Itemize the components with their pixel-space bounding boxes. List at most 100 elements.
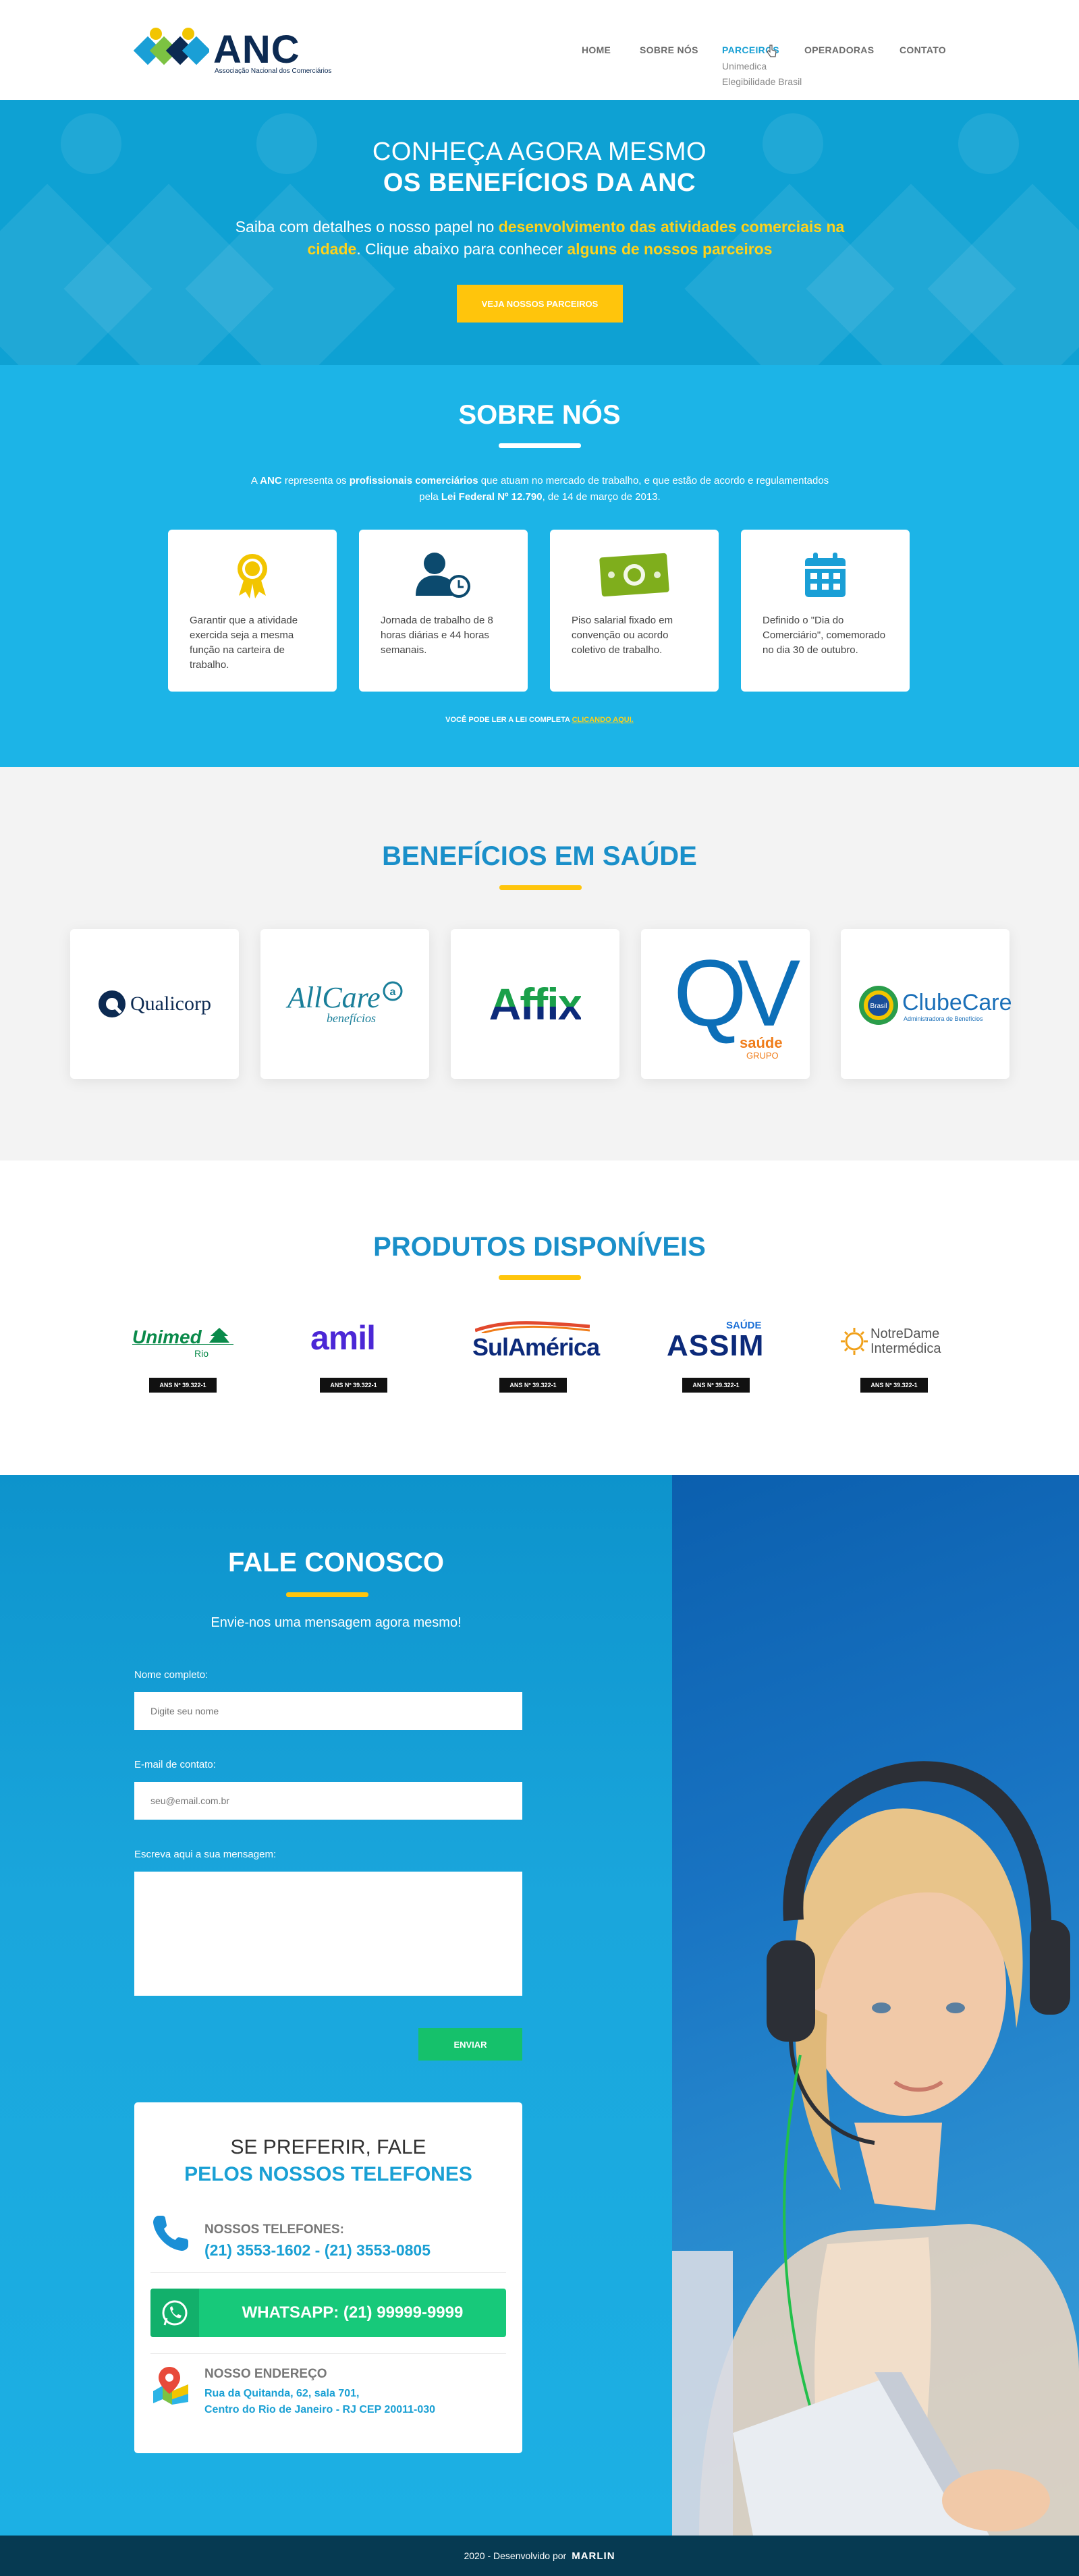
qualicorp-icon [99,990,126,1017]
unimed-sub: Rio [194,1348,209,1359]
message-textarea[interactable] [134,1872,522,1996]
ans-badge: ANS Nº 39.322-1 [149,1378,217,1393]
allcare-logo: AllCare benefícios a [287,980,403,1028]
phone-card-divider [150,2272,506,2273]
allcare-sub: benefícios [327,1011,376,1025]
contact-title: FALE CONOSCO [227,1548,445,1577]
about-title: SOBRE NÓS [458,400,621,430]
phone-card-title1: SE PREFERIR, FALE [230,2136,426,2158]
notredame-sun-icon [841,1328,868,1355]
law-link[interactable]: CLICANDO AQUI. [572,716,634,724]
allcare-wordmark: AllCare [287,981,381,1014]
send-button[interactable]: ENVIAR [418,2028,522,2061]
nav-operadoras[interactable]: OPERADORAS [804,45,874,55]
phone-card-divider [150,2353,506,2354]
anc-logo-mark [134,28,209,65]
anc-logo[interactable]: ANC Associação Nacional dos Comerciários [134,26,331,76]
ans-badge: ANS Nº 39.322-1 [860,1378,928,1393]
product-amil[interactable]: amil [310,1319,418,1363]
product-notredame[interactable]: NotreDame Intermédica [841,1320,949,1363]
whatsapp-icon [150,2289,199,2337]
benefits-section: BENEFÍCIOS EM SAÚDE Qualicorp AllCare be… [0,767,1079,1160]
message-label: Escreva aqui a sua mensagem: [134,1849,277,1860]
qualicorp-logo: Qualicorp [98,990,211,1018]
site-header: ANC Associação Nacional dos Comerciários… [0,0,1079,100]
hand-cursor-icon [767,45,777,57]
product-assim[interactable]: SAÚDE ASSIM [667,1320,768,1363]
about-section: SOBRE NÓS A ANC representa os profission… [0,365,1079,767]
about-card-text: Definido o "Dia do Comerciário", comemor… [763,615,886,656]
see-partners-button[interactable]: VEJA NOSSOS PARCEIROS [457,285,623,323]
law-link-text: VOCÊ PODE LER A LEI COMPLETA [445,716,572,724]
about-card-text: Garantir que a atividade exercida seja a… [190,615,298,671]
address-line2: Centro do Rio de Janeiro - RJ CEP 20011-… [204,2404,436,2415]
hero-title-line1: CONHEÇA AGORA MESMO [372,138,707,166]
notredame-wordmark: NotreDame [870,1326,940,1341]
dropdown-item-unimedica[interactable]: Unimedica [722,59,802,74]
product-sulamerica[interactable]: SulAmérica [471,1320,600,1363]
svg-text:a: a [390,986,396,998]
product-unimed[interactable]: Unimed Rio [132,1320,240,1363]
hero-description: Saiba com detalhes o nosso papel no dese… [216,216,864,260]
partner-card-affix[interactable]: Affix [451,929,619,1079]
phones-label: NOSSOS TELEFONES: [204,2222,344,2237]
notredame-sub: Intermédica [870,1341,941,1356]
ans-badge: ANS Nº 39.322-1 [682,1378,750,1393]
unimed-wordmark: Unimed [132,1326,202,1347]
contact-subtitle: Envie-nos uma mensagem agora mesmo! [211,1615,462,1630]
allcare-emblem-icon: a [383,981,403,1001]
about-card: Jornada de trabalho de 8 horas diárias e… [359,530,528,692]
clubecare-emblem-icon: Brasil [859,986,898,1025]
hero-desc-text: . Clique abaixo para conhecer [356,240,568,258]
hero-desc-text: Saiba com detalhes o nosso papel no [235,218,499,235]
ans-badge: ANS Nº 39.322-1 [320,1378,387,1393]
products-section: PRODUTOS DISPONÍVEIS Unimed Rio ANS Nº 3… [0,1160,1079,1475]
clubecare-sub: Administradora de Benefícios [904,1015,983,1022]
assim-wordmark: ASSIM [667,1329,765,1362]
whatsapp-button[interactable]: WHATSAPP: (21) 99999-9999 [150,2289,506,2337]
medal-icon [168,551,337,598]
name-input[interactable] [134,1692,522,1730]
about-desc-bold: Lei Federal Nº 12.790 [441,491,543,503]
marlin-logo[interactable]: MARLIN [572,2550,615,2562]
partner-card-qv[interactable]: QV saúde GRUPO [641,929,810,1079]
unimed-rule [132,1344,233,1345]
amil-wordmark: amil [310,1319,376,1357]
clubecare-wordmark: ClubeCare [902,990,1012,1015]
logo-subtitle: Associação Nacional dos Comerciários [215,67,332,75]
money-icon [550,551,719,598]
about-desc-text: A [250,475,260,486]
map-pin-icon [153,2367,188,2405]
contact-photo [672,1475,1079,2536]
about-description: A ANC representa os profissionais comerc… [243,473,837,505]
parceiros-dropdown: Unimedica Elegibilidade Brasil [722,59,802,90]
footer-text: 2020 - Desenvolvido por [464,2550,567,2561]
sulamerica-wordmark: SulAmérica [472,1333,600,1361]
whatsapp-label: WHATSAPP: (21) 99999-9999 [242,2303,464,2322]
partner-card-qualicorp[interactable]: Qualicorp [70,929,239,1079]
address-label: NOSSO ENDEREÇO [204,2367,327,2381]
about-card-text: Jornada de trabalho de 8 horas diárias e… [381,615,493,656]
benefits-title: BENEFÍCIOS EM SAÚDE [382,841,697,871]
nav-sobre-nos[interactable]: SOBRE NÓS [640,45,698,55]
nav-home[interactable]: HOME [582,45,611,55]
about-desc-bold: profissionais comerciários [349,475,478,486]
dropdown-item-elegibilidade[interactable]: Elegibilidade Brasil [722,74,802,90]
user-clock-icon [359,551,528,598]
contact-section: FALE CONOSCO Envie-nos uma mensagem agor… [0,1475,1079,2536]
law-link-line: VOCÊ PODE LER A LEI COMPLETA CLICANDO AQ… [0,716,1079,724]
site-footer: 2020 - Desenvolvido por MARLIN [0,2536,1079,2576]
email-input[interactable] [134,1782,522,1820]
qv-sub2: GRUPO [746,1051,779,1061]
about-desc-text: representa os [281,475,350,486]
hero-section: CONHEÇA AGORA MESMO OS BENEFÍCIOS DA ANC… [0,100,1079,365]
nav-contato[interactable]: CONTATO [900,45,946,55]
phones-value[interactable]: (21) 3553-1602 - (21) 3553-0805 [204,2241,431,2260]
about-title-underline [499,443,581,448]
about-desc-text: , de 14 de março de 2013. [542,491,661,503]
qv-sub: saúde [740,1034,783,1051]
qualicorp-wordmark: Qualicorp [130,992,211,1015]
partner-card-clubecare[interactable]: Brasil ClubeCare Administradora de Benef… [841,929,1012,1079]
phone-card-title2: PELOS NOSSOS TELEFONES [184,2163,472,2185]
partner-card-allcare[interactable]: AllCare benefícios a [260,929,429,1079]
